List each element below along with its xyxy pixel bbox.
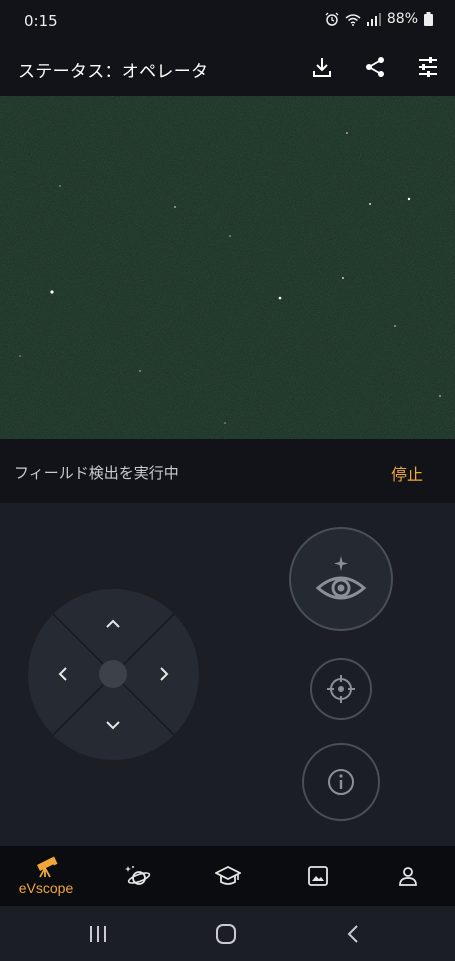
star	[407, 197, 411, 201]
stop-button[interactable]: 停止	[391, 461, 423, 485]
telescope-icon	[37, 856, 58, 878]
live-sky-view[interactable]	[0, 96, 455, 439]
status-message: フィールド検出を実行中	[14, 464, 179, 482]
info-button[interactable]	[302, 743, 380, 821]
nav-profile[interactable]	[386, 846, 430, 906]
star	[139, 370, 141, 372]
dpad-left-button[interactable]	[48, 659, 78, 689]
observe-eye-icon	[315, 556, 367, 600]
recent-apps-icon	[90, 926, 106, 942]
settings-sliders-icon	[419, 57, 437, 77]
down-arrow-icon	[106, 721, 120, 730]
dpad-down-button[interactable]	[98, 710, 128, 740]
nav-evscope[interactable]: eVscope	[6, 846, 86, 906]
sky-image	[0, 96, 455, 439]
alarm-icon	[325, 12, 339, 26]
system-nav	[0, 906, 455, 961]
user-icon	[399, 867, 417, 886]
back-icon	[347, 925, 358, 943]
star	[439, 395, 441, 397]
image-icon	[308, 866, 328, 886]
nav-evscope-label: eVscope	[18, 880, 74, 896]
status-icons: 88%	[325, 11, 433, 27]
status-time: 0:15	[24, 12, 58, 30]
star	[174, 206, 176, 208]
observe-button[interactable]	[289, 527, 393, 631]
star	[346, 132, 348, 134]
up-arrow-icon	[106, 619, 120, 628]
battery-text: 88%	[386, 11, 418, 27]
star	[369, 203, 371, 205]
bottom-nav: eVscope	[0, 846, 455, 906]
dpad-center-button[interactable]	[99, 660, 127, 688]
target-button[interactable]	[310, 658, 372, 720]
star	[394, 325, 396, 327]
dpad-right-button[interactable]	[149, 659, 179, 689]
download-icon	[313, 58, 331, 77]
star	[278, 296, 282, 300]
nav-explore[interactable]	[115, 846, 159, 906]
home-icon	[216, 924, 236, 944]
star	[224, 422, 226, 424]
star	[19, 355, 21, 357]
star	[229, 235, 231, 237]
right-arrow-icon	[160, 667, 169, 681]
status-strip: フィールド検出を実行中 停止	[0, 439, 455, 503]
download-button[interactable]	[308, 53, 336, 81]
status-bar: 0:15 88%	[0, 0, 455, 38]
settings-button[interactable]	[414, 53, 442, 81]
target-crosshair-icon	[327, 675, 355, 703]
nav-learn[interactable]	[206, 846, 250, 906]
star	[342, 277, 344, 279]
back-button[interactable]	[338, 920, 368, 948]
nav-gallery[interactable]	[296, 846, 340, 906]
share-icon	[366, 57, 384, 77]
direction-pad	[28, 589, 199, 760]
signal-icon	[366, 12, 381, 26]
app-header: ステータス：オペレータ	[0, 38, 455, 96]
info-icon	[328, 769, 354, 795]
recent-apps-button[interactable]	[83, 920, 113, 948]
dpad-up-button[interactable]	[98, 609, 128, 639]
star	[50, 290, 54, 294]
wifi-icon	[345, 13, 361, 26]
control-area	[0, 503, 455, 846]
left-arrow-icon	[58, 667, 67, 681]
battery-icon	[424, 12, 433, 26]
home-button[interactable]	[211, 920, 241, 948]
graduation-cap-icon	[215, 865, 241, 885]
star	[59, 185, 61, 187]
share-button[interactable]	[361, 53, 389, 81]
page-title: ステータス：オペレータ	[18, 62, 209, 82]
planet-icon	[125, 866, 151, 885]
